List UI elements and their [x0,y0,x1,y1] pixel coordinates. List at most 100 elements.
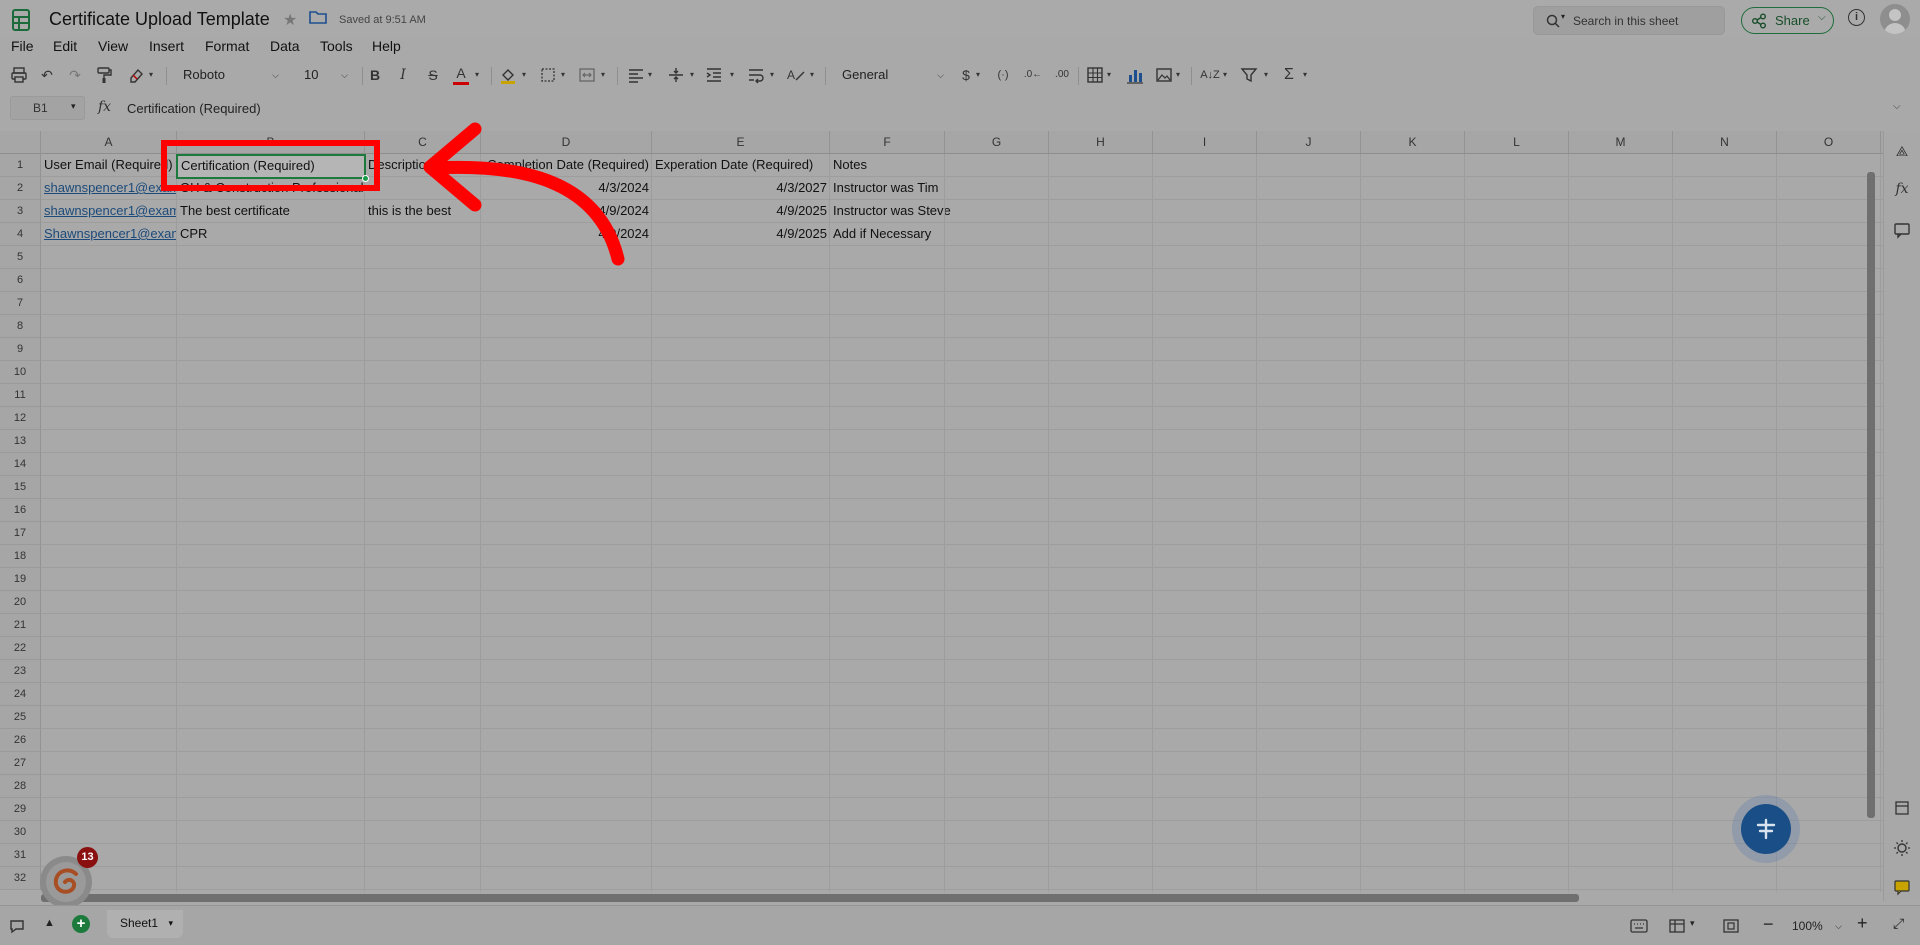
vertical-align-icon[interactable] [667,66,685,84]
row-header-7[interactable]: 7 [0,292,41,315]
cell-d4[interactable]: 4/9/2024 [481,223,652,246]
strikethrough-button[interactable]: S [425,66,441,84]
cell-b3[interactable]: The best certificate [177,200,365,223]
menu-data[interactable]: Data [270,38,300,54]
cell-e1[interactable]: Experation Date (Required) [652,154,830,177]
column-header-a[interactable]: A [41,131,177,154]
row-header-8[interactable]: 8 [0,315,41,338]
cell-a4[interactable]: Shawnspencer1@example.com [41,223,177,246]
select-all-corner[interactable] [0,131,41,154]
avatar[interactable] [1880,4,1910,34]
cell-c1[interactable]: Description [365,154,465,177]
font-color-button[interactable]: A [453,66,469,85]
cell-b4[interactable]: CPR [177,223,365,246]
row-header-9[interactable]: 9 [0,338,41,361]
column-header-m[interactable]: M [1569,131,1673,154]
chevron-down-icon[interactable]: ▾ [519,66,529,84]
row-header-29[interactable]: 29 [0,798,41,821]
zoom-out-button[interactable]: − [1763,914,1774,935]
undo-icon[interactable]: ↶ [38,66,56,84]
star-icon[interactable]: ★ [283,10,297,30]
functions-icon[interactable]: Σ [1281,66,1297,84]
chevron-down-icon[interactable]: ▾ [807,66,817,84]
increase-decimal-icon[interactable]: .00 [1052,66,1072,84]
paint-format-icon[interactable] [96,66,114,84]
row-header-21[interactable]: 21 [0,614,41,637]
chart-icon[interactable] [1126,66,1144,84]
function-list-icon[interactable]: fx [1893,181,1911,199]
row-header-30[interactable]: 30 [0,821,41,844]
feedback-icon[interactable] [1893,878,1911,896]
font-family-select[interactable]: Roboto ⌵ [175,64,285,86]
row-header-12[interactable]: 12 [0,407,41,430]
menu-tools[interactable]: Tools [320,38,353,54]
theme-icon[interactable] [1893,839,1911,857]
row-header-4[interactable]: 4 [0,223,41,246]
cell-c3[interactable]: this is the best [365,200,481,223]
clear-format-icon[interactable] [127,66,145,84]
row-header-18[interactable]: 18 [0,545,41,568]
menu-insert[interactable]: Insert [149,38,184,54]
decrease-decimal-icon[interactable]: .0← [1023,66,1043,84]
data-validation-icon[interactable] [1893,799,1911,817]
chevron-down-icon[interactable]: ▾ [767,66,777,84]
row-header-10[interactable]: 10 [0,361,41,384]
cell-e4[interactable]: 4/9/2025 [652,223,830,246]
table-icon[interactable] [1086,66,1104,84]
keyboard-icon[interactable] [1630,918,1648,934]
chevron-down-icon[interactable]: ▾ [558,66,568,84]
row-header-27[interactable]: 27 [0,752,41,775]
cell-f1[interactable]: Notes [830,154,945,177]
column-header-d[interactable]: D [481,131,652,154]
row-header-13[interactable]: 13 [0,430,41,453]
row-header-19[interactable]: 19 [0,568,41,591]
row-header-15[interactable]: 15 [0,476,41,499]
column-header-i[interactable]: I [1153,131,1257,154]
menu-format[interactable]: Format [205,38,249,54]
row-header-31[interactable]: 31 [0,844,41,867]
column-header-c[interactable]: C [365,131,481,154]
sheet-view-icon[interactable] [1668,918,1686,934]
folder-icon[interactable] [309,10,327,24]
row-header-20[interactable]: 20 [0,591,41,614]
column-header-l[interactable]: L [1465,131,1569,154]
chevron-down-icon[interactable]: ▾ [146,66,156,84]
fit-screen-icon[interactable] [1722,918,1740,934]
chevron-down-icon[interactable]: ▾ [973,66,983,84]
row-header-25[interactable]: 25 [0,706,41,729]
zoom-in-button[interactable]: + [1857,913,1868,934]
filter-icon[interactable] [1240,66,1258,84]
comment-icon[interactable] [1893,221,1911,239]
menu-edit[interactable]: Edit [53,38,77,54]
cell-a3[interactable]: shawnspencer1@example.com [41,200,177,223]
borders-icon[interactable] [539,66,557,84]
cell-d3[interactable]: 4/9/2024 [481,200,652,223]
name-box[interactable]: B1 ▾ [10,96,85,120]
search-input[interactable]: ▾ Search in this sheet [1533,6,1725,35]
chevron-down-icon[interactable]: ▾ [1261,66,1271,84]
horizontal-scrollbar[interactable] [41,894,1579,902]
sheet-list-up-icon[interactable]: ▲ [44,917,55,929]
chat-icon[interactable] [8,917,26,935]
vertical-scrollbar[interactable] [1867,172,1875,818]
merge-cells-icon[interactable] [578,66,596,84]
zoom-select[interactable]: 100% ⌵ [1786,914,1846,938]
row-header-6[interactable]: 6 [0,269,41,292]
row-header-28[interactable]: 28 [0,775,41,798]
row-header-23[interactable]: 23 [0,660,41,683]
cell-f2[interactable]: Instructor was Tim [830,177,945,200]
chevron-down-icon[interactable]: ▾ [598,66,608,84]
column-header-f[interactable]: F [830,131,945,154]
translate-icon[interactable]: ⟁ [1893,143,1911,161]
share-button[interactable]: Share ⌵ [1741,7,1834,34]
chevron-down-icon[interactable]: ▾ [1220,66,1230,84]
chevron-down-icon[interactable]: ▾ [1173,66,1183,84]
italic-button[interactable]: I [395,66,411,84]
bold-button[interactable]: B [367,66,383,84]
chevron-down-icon[interactable]: ▾ [1104,66,1114,84]
fill-color-icon[interactable] [499,66,517,84]
cell-a1[interactable]: User Email (Required) [41,154,177,177]
chevron-down-icon[interactable]: ▾ [472,66,482,84]
row-header-32[interactable]: 32 [0,867,41,890]
print-icon[interactable] [10,66,28,84]
